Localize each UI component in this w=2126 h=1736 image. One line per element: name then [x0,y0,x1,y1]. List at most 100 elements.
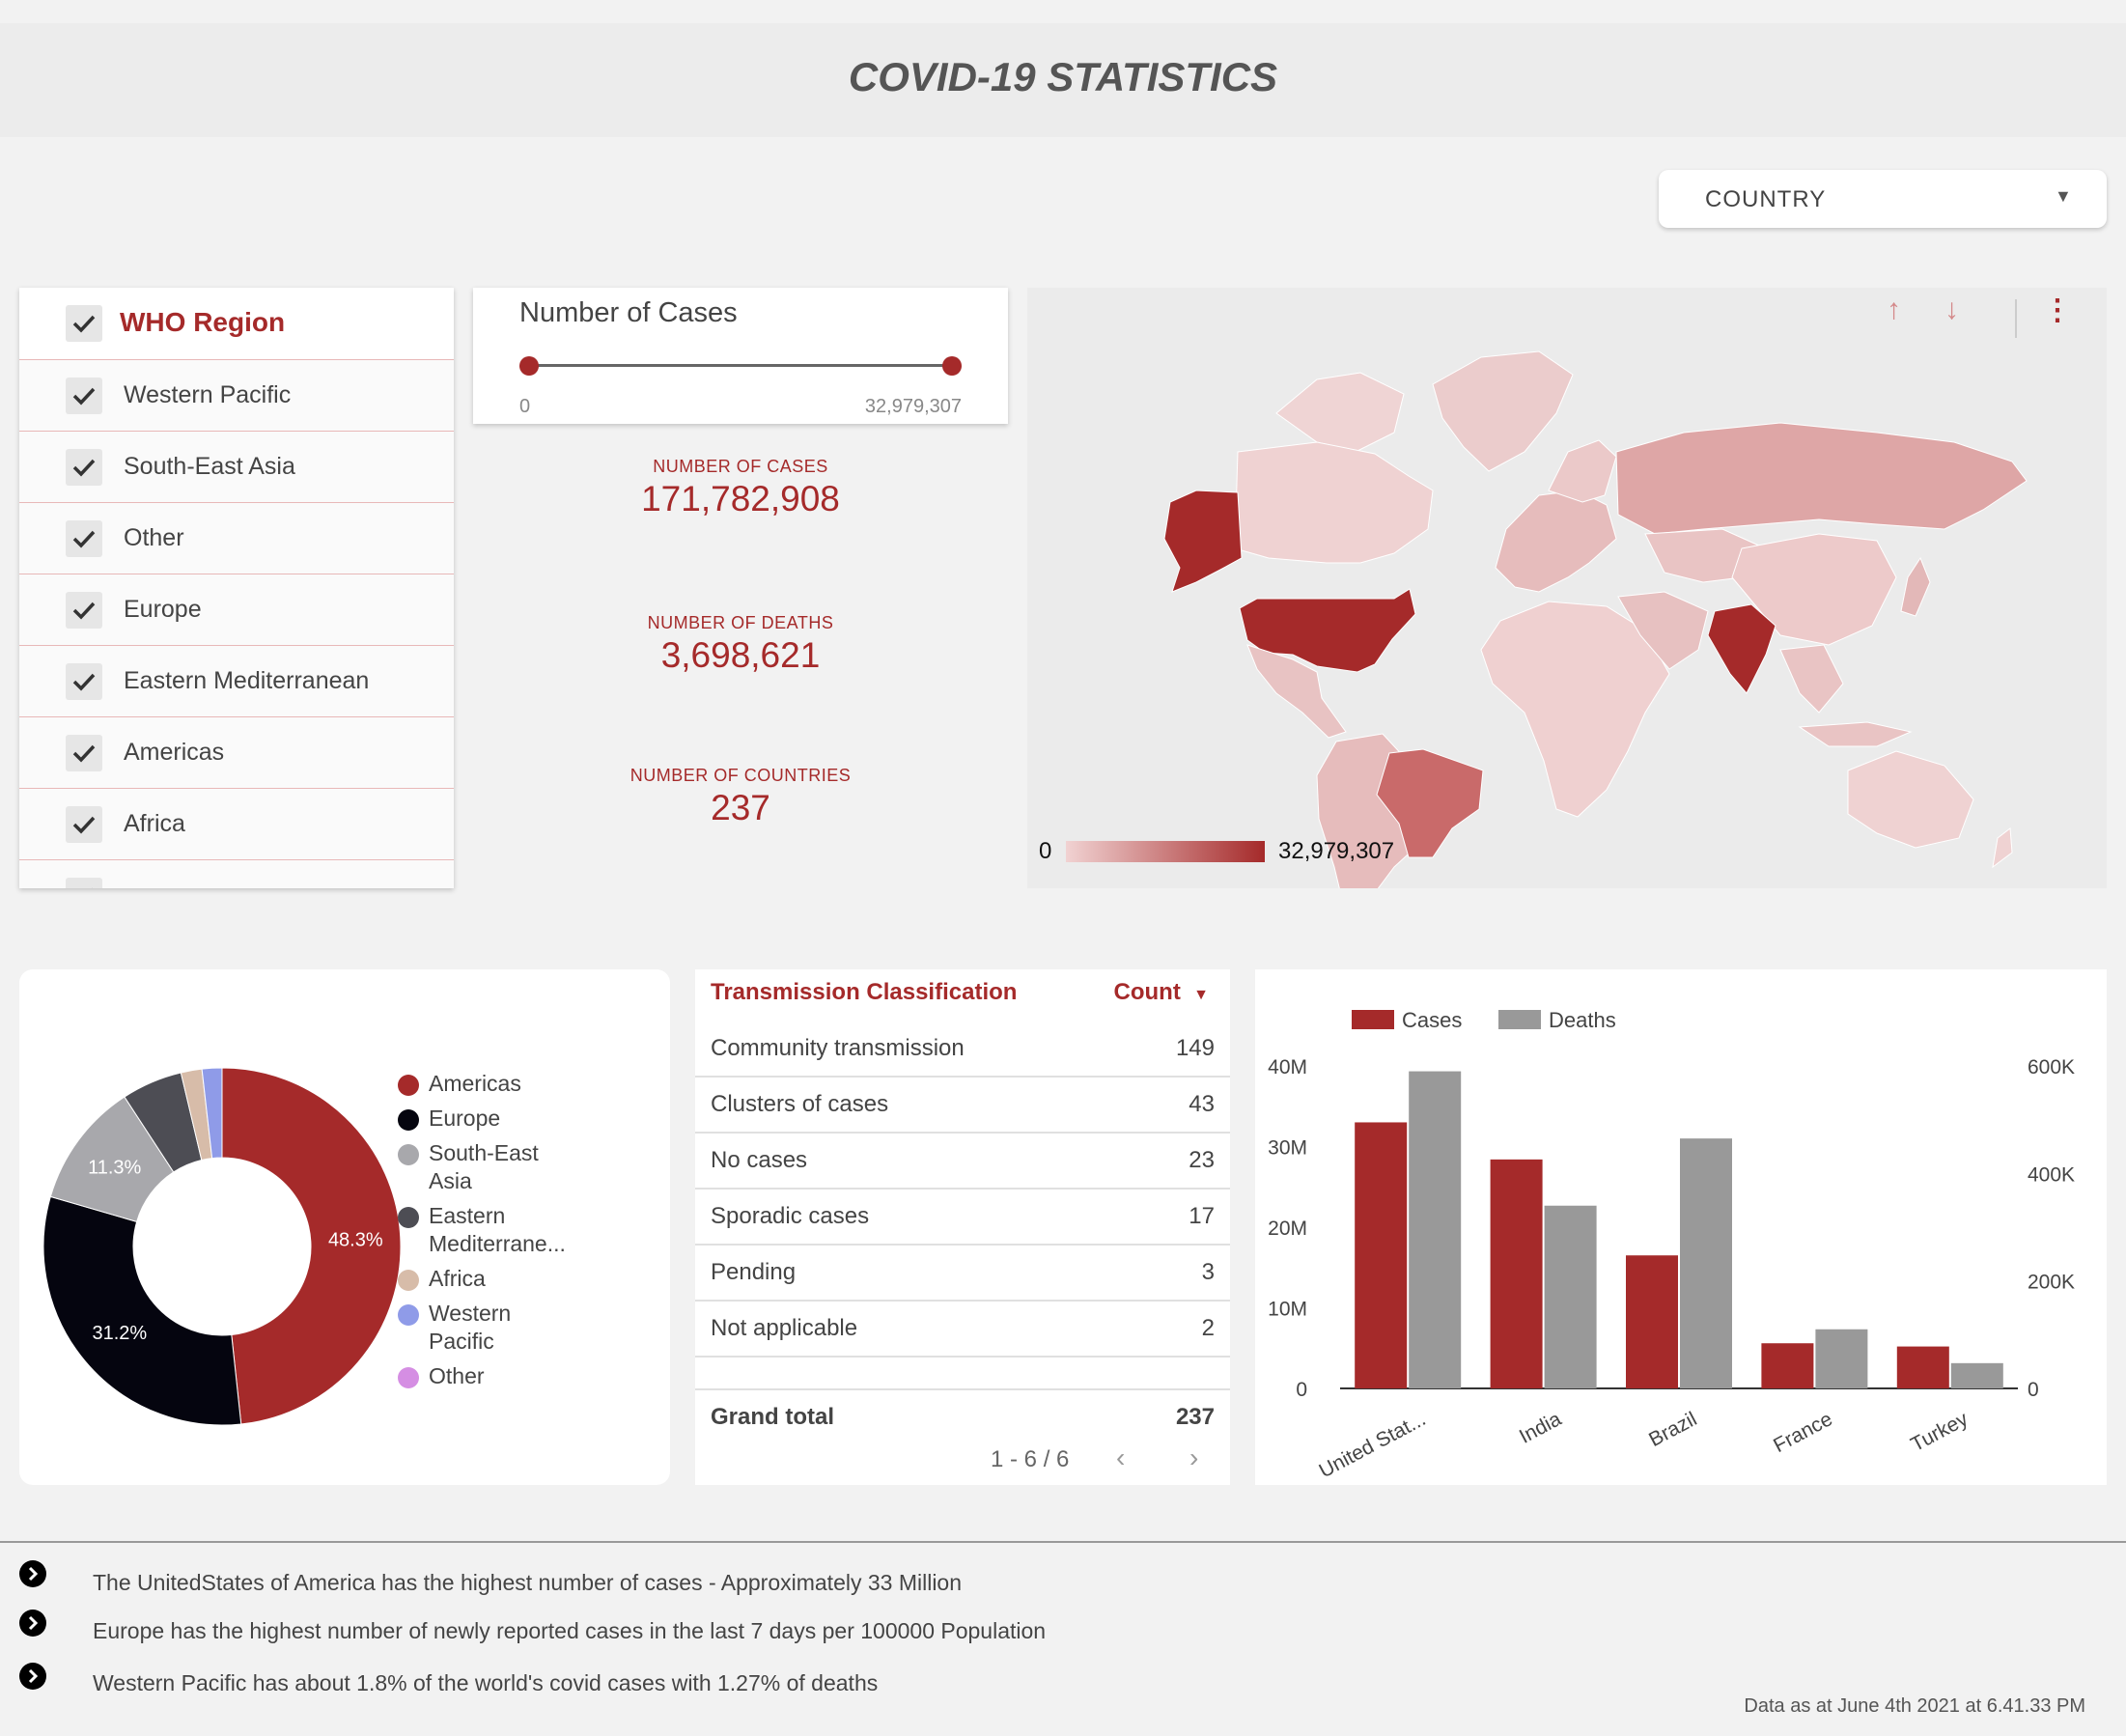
cases-deaths-bar-chart: Cases Deaths 0 10M 20M 30M 40M 0 200K 400K 600K Uni… [1255,969,2107,1485]
table-row: Community transmission 149 [695,1022,1230,1078]
pagination-label: 1 - 6 / 6 [991,1446,1070,1472]
table-cell-classification: Not applicable [711,1315,858,1341]
column-header-count[interactable]: Count ▼ [1114,979,1210,1006]
donut-slice-europe[interactable] [42,1195,242,1426]
bar-cases[interactable] [1761,1343,1814,1388]
legend-label: Asia [429,1168,472,1193]
arrow-up-icon[interactable]: ↑ [1887,294,1901,326]
who-region-item[interactable]: Eastern Mediterranean [19,645,454,716]
more-vert-icon[interactable]: ⋮ [2043,294,2072,327]
check-icon [72,530,96,548]
checkbox[interactable] [66,378,102,414]
who-region-title: WHO Region [120,307,286,337]
legend-item[interactable]: Europe [398,1105,500,1133]
kpi-cases-value: 171,782,908 [641,479,840,518]
chevron-right-icon [19,1663,46,1690]
check-icon [92,887,93,888]
legend-label: Pacific [429,1329,494,1354]
x-tick-label: France [1770,1408,1836,1457]
map-japan [1900,556,1931,617]
legend-item[interactable]: Africa [398,1265,486,1293]
table-cell-count: 3 [1201,1259,1215,1285]
bar-cases[interactable] [1896,1346,1949,1388]
arrow-down-icon[interactable]: ↓ [1944,294,1959,326]
kpi-deaths: NUMBER OF DEATHS 3,698,621 [570,613,911,676]
who-region-item-partial[interactable] [19,859,454,888]
checkbox[interactable] [66,592,102,629]
bar-deaths[interactable] [1815,1329,1868,1388]
legend-label-deaths[interactable]: Deaths [1549,1008,1616,1032]
bar-chart-graphic: Cases Deaths 0 10M 20M 30M 40M 0 200K 400K 600K Uni… [1268,1008,2075,1482]
checkbox[interactable] [66,663,102,700]
legend-item[interactable]: Americas [398,1070,521,1098]
legend-item[interactable]: Other [398,1362,485,1390]
legend-label: Eastern [429,1203,506,1228]
legend-item[interactable]: Eastern Mediterrane... [398,1202,566,1258]
who-region-item[interactable]: Africa [19,788,454,859]
insight-note: Western Pacific has about 1.8% of the wo… [93,1670,879,1695]
bar-deaths[interactable] [1950,1362,2003,1388]
check-icon [72,315,96,333]
chevron-right-icon[interactable]: › [1189,1442,1198,1473]
who-region-item[interactable]: Western Pacific [19,359,454,431]
kpi-cases: NUMBER OF CASES 171,782,908 [570,457,911,519]
insight-note: Europe has the highest number of newly r… [93,1618,1047,1643]
kpi-countries: NUMBER OF COUNTRIES 237 [570,766,911,828]
checkbox[interactable] [66,305,102,342]
x-tick-label: Turkey [1907,1408,1972,1456]
checkbox[interactable] [66,449,102,486]
table-cell-classification: Clusters of cases [711,1091,889,1117]
bar-deaths[interactable] [1680,1138,1732,1388]
bar-cases[interactable] [1626,1255,1678,1388]
legend-item[interactable]: Western Pacific [398,1300,511,1356]
kpi-countries-label: NUMBER OF COUNTRIES [629,766,852,785]
chevron-down-icon: ▼ [2055,186,2072,206]
table-total-row: Grand total 237 [695,1388,1230,1444]
y-right-tick-label: 600K [2028,1056,2075,1078]
donut-data-label: 31.2% [92,1323,147,1344]
bar-cases[interactable] [1355,1122,1408,1388]
who-region-select-all[interactable]: WHO Region [19,288,454,359]
world-map[interactable]: ↑ ↓ ⋮ 0 32,979,307 [1027,288,2107,888]
kpi-cases-label: NUMBER OF CASES [653,457,828,476]
slider-min-handle[interactable] [519,356,539,376]
check-icon [72,602,96,620]
who-region-item[interactable]: Europe [19,574,454,645]
map-canada-islands [1275,372,1405,453]
table-row: Pending 3 [695,1246,1230,1302]
country-dropdown[interactable]: COUNTRY ▼ [1659,170,2107,228]
table-row: Clusters of cases 43 [695,1078,1230,1134]
map-alaska [1163,490,1243,593]
who-region-item[interactable]: Americas [19,716,454,788]
bar-cases[interactable] [1490,1159,1543,1388]
who-region-item-label: Europe [124,596,202,623]
who-region-item-label: Western Pacific [124,381,292,408]
legend-label-cases[interactable]: Cases [1402,1008,1462,1032]
slider-max-handle[interactable] [942,356,962,376]
chevron-left-icon[interactable]: ‹ [1116,1442,1125,1473]
column-header-classification[interactable]: Transmission Classification [711,979,1017,1006]
who-region-item[interactable]: South-East Asia [19,431,454,502]
who-region-item[interactable]: Other [19,502,454,574]
legend-swatch [398,1207,419,1228]
y-right-tick-label: 400K [2028,1163,2075,1186]
map-scale-min: 0 [1039,838,1052,864]
slider-track[interactable] [529,364,952,367]
x-tick-label: Brazil [1645,1408,1700,1451]
map-se-asia [1779,644,1844,714]
map-australia [1847,750,1974,849]
table-total-count: 237 [1175,1404,1215,1430]
who-region-item-label: Other [124,524,184,551]
bar-deaths[interactable] [1409,1071,1462,1388]
table-cell-count: 2 [1201,1315,1215,1341]
checkbox[interactable] [66,520,102,557]
check-icon [72,387,96,406]
bar-deaths[interactable] [1544,1205,1597,1388]
table-cell-classification: Pending [711,1259,797,1285]
legend-label: Americas [429,1071,521,1096]
checkbox[interactable] [66,806,102,843]
checkbox[interactable] [66,735,102,771]
legend-item[interactable]: South-East Asia [398,1139,539,1195]
table-total-label: Grand total [711,1404,835,1430]
checkbox[interactable] [66,878,102,888]
